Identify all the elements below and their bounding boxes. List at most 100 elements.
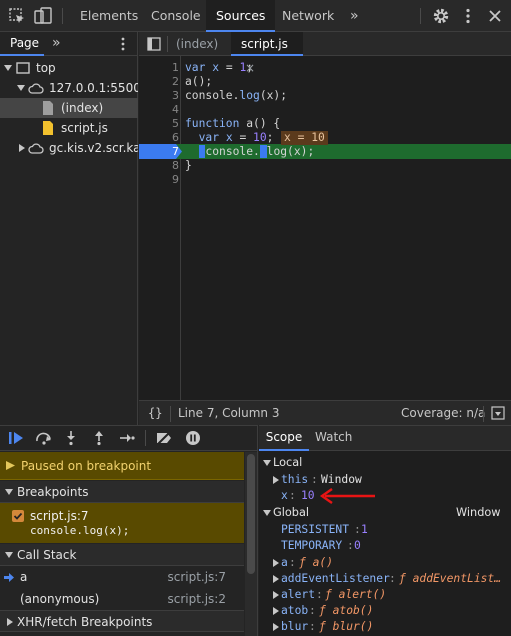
checkmark-icon xyxy=(13,512,23,520)
frame-location[interactable]: script.js:7 xyxy=(167,566,226,588)
settings-gear-icon[interactable] xyxy=(431,6,451,26)
line-number[interactable]: 3 xyxy=(139,89,179,103)
scope-entry-alert[interactable]: alert : ƒ alert() xyxy=(259,587,511,603)
device-toolbar-icon[interactable] xyxy=(33,6,53,26)
tree-item-label: top xyxy=(36,61,56,75)
tab-sources[interactable]: Sources xyxy=(206,0,276,32)
tab-scope[interactable]: Scope xyxy=(259,426,309,451)
scope-key: TEMPORARY xyxy=(281,539,343,552)
scope-entry-atob[interactable]: atob : ƒ atob() xyxy=(259,603,511,619)
scope-key: alert xyxy=(281,588,316,601)
scope-global-header[interactable]: Global Window xyxy=(259,505,511,521)
scope-value: 1 xyxy=(361,523,368,536)
scope-value: ƒ atob() xyxy=(319,604,374,617)
collapsed-arrow-icon xyxy=(273,623,279,631)
tree-item-origin[interactable]: 127.0.0.1:5500 xyxy=(0,78,138,98)
inline-value-badge: x = 10 xyxy=(281,131,328,145)
breakpoint-code: console.log(x); xyxy=(30,524,130,537)
tab-elements[interactable]: Elements xyxy=(70,0,148,32)
step-icon[interactable] xyxy=(119,431,135,445)
toggle-navigator-icon[interactable] xyxy=(147,37,161,51)
pause-on-exceptions-icon[interactable] xyxy=(185,430,201,446)
step-into-icon[interactable] xyxy=(64,430,78,446)
expanded-arrow-icon xyxy=(5,489,13,495)
scope-local-header[interactable]: Local xyxy=(259,455,511,471)
tab-watch[interactable]: Watch xyxy=(315,426,352,451)
step-out-icon[interactable] xyxy=(92,430,106,446)
callstack-frame[interactable]: (anonymous) script.js:2 xyxy=(0,588,244,610)
tree-item-script[interactable]: script.js xyxy=(0,118,138,138)
tree-item-index[interactable]: (index) xyxy=(0,98,138,118)
line-number[interactable]: 5 xyxy=(139,117,179,131)
tab-console[interactable]: Console xyxy=(141,0,211,32)
section-title: XHR/fetch Breakpoints xyxy=(17,615,153,629)
resume-icon[interactable] xyxy=(8,431,24,445)
breakpoint-item[interactable]: script.js:7 console.log(x); xyxy=(0,503,244,543)
callstack-frame[interactable]: a script.js:7 xyxy=(0,566,244,588)
breakpoint-checkbox[interactable] xyxy=(12,510,24,522)
line-number[interactable]: 8 xyxy=(139,159,179,173)
line-number-current[interactable]: 7 xyxy=(139,145,179,159)
main-toolbar: Elements Console Sources Network » xyxy=(0,0,511,32)
tab-page[interactable]: Page xyxy=(0,32,44,56)
expanded-arrow-icon xyxy=(263,510,271,516)
toggle-drawer-icon[interactable] xyxy=(491,406,505,420)
more-tabs-button[interactable]: » xyxy=(340,0,369,32)
kebab-menu-icon[interactable] xyxy=(458,6,478,26)
debugger-scrollbar[interactable] xyxy=(245,452,257,636)
callstack-section-header[interactable]: Call Stack xyxy=(0,544,244,566)
scope-entry-a[interactable]: a : ƒ a() xyxy=(259,555,511,571)
scope-entry-temporary[interactable]: TEMPORARY : 0 xyxy=(259,538,511,554)
line-number[interactable]: 1 xyxy=(139,61,179,75)
scope-entry-x[interactable]: x : 10 xyxy=(259,488,511,504)
tree-item-top[interactable]: top xyxy=(0,58,138,78)
navigator-more-button[interactable]: » xyxy=(52,32,61,54)
debugger-sidebar: Paused on breakpoint Breakpoints script.… xyxy=(0,425,258,636)
code-line-2[interactable]: a(); xyxy=(185,75,212,89)
file-navigator: Page » top 127.0.0.1:5500 (index) script… xyxy=(0,32,138,425)
line-number[interactable]: 2 xyxy=(139,75,179,89)
line-number[interactable]: 4 xyxy=(139,103,179,117)
code-line-6[interactable]: var x = 10; xyxy=(185,131,274,145)
step-over-icon[interactable] xyxy=(35,431,53,445)
code-line-7[interactable]: |console.|log(x); xyxy=(185,145,314,159)
cloud-icon xyxy=(28,83,44,94)
scrollbar-thumb[interactable] xyxy=(247,454,255,574)
code-line-1[interactable]: var x = 1; xyxy=(185,61,253,75)
collapsed-arrow-icon xyxy=(273,476,279,484)
tree-item-extension[interactable]: gc.kis.v2.scr.kasp xyxy=(0,138,138,158)
navigator-menu-icon[interactable] xyxy=(115,36,131,52)
deactivate-breakpoints-icon[interactable] xyxy=(155,431,173,445)
coverage-label: Coverage: n/a xyxy=(401,406,486,420)
scope-tabs: Scope Watch xyxy=(259,426,511,451)
scope-entry-persistent[interactable]: PERSISTENT : 1 xyxy=(259,522,511,538)
scope-key: blur xyxy=(281,620,309,633)
code-line-3[interactable]: console.log(x); xyxy=(185,89,287,103)
scope-entry-this[interactable]: this : Window xyxy=(259,472,511,488)
frame-name: (anonymous) xyxy=(20,592,100,606)
line-number[interactable]: 6 xyxy=(139,131,179,145)
tree-item-label: 127.0.0.1:5500 xyxy=(49,81,138,95)
expanded-arrow-icon xyxy=(17,85,25,91)
scope-entry-addeventlistener[interactable]: addEventListener : ƒ addEventList… xyxy=(259,571,511,587)
scope-key: this xyxy=(281,473,309,486)
tree-item-label: script.js xyxy=(61,121,108,135)
code-line-8[interactable]: } xyxy=(185,159,192,173)
tree-item-label: (index) xyxy=(61,101,104,115)
code-line-5[interactable]: function a() { xyxy=(185,117,280,131)
tree-item-label: gc.kis.v2.scr.kasp xyxy=(49,141,138,155)
inspect-element-icon[interactable] xyxy=(7,6,27,26)
editor-tabs: (index) script.js × xyxy=(139,32,511,75)
collapsed-arrow-icon xyxy=(273,591,279,599)
breakpoints-section-header[interactable]: Breakpoints xyxy=(0,481,244,503)
pretty-print-icon[interactable]: {} xyxy=(148,401,162,426)
current-frame-arrow-icon xyxy=(4,573,14,582)
line-number[interactable]: 9 xyxy=(139,173,179,187)
xhr-breakpoints-section-header[interactable]: XHR/fetch Breakpoints xyxy=(0,610,244,632)
scope-entry-blur[interactable]: blur : ƒ blur() xyxy=(259,619,511,635)
editor-tab-script[interactable]: script.js × xyxy=(231,32,303,75)
editor-tab-index[interactable]: (index) xyxy=(176,32,218,56)
tab-network[interactable]: Network xyxy=(272,0,344,32)
frame-location[interactable]: script.js:2 xyxy=(167,588,226,610)
close-devtools-icon[interactable] xyxy=(485,6,505,26)
